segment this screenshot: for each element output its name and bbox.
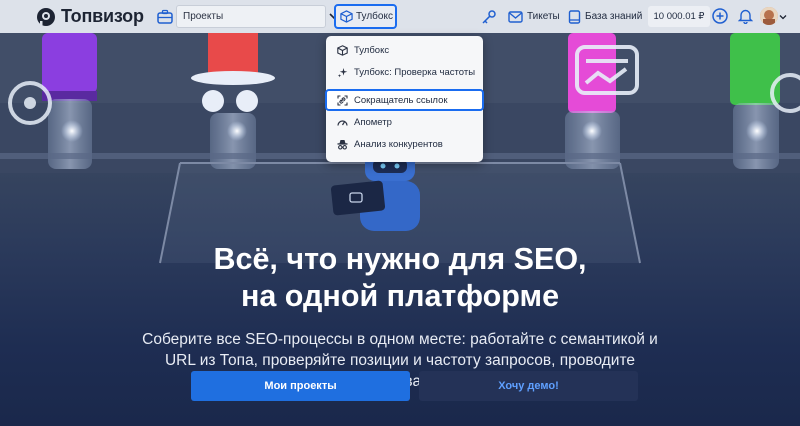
logo-text: Топвизор bbox=[61, 6, 144, 26]
headline-line-1: Всё, что нужно для SEO, bbox=[213, 242, 587, 276]
menu-item-competitor-analysis[interactable]: Анализ конкурентов bbox=[326, 133, 483, 155]
menu-item-label: Апометр bbox=[354, 116, 392, 128]
knowledge-base-link[interactable]: База знаний bbox=[568, 0, 642, 33]
api-key-button[interactable] bbox=[481, 0, 497, 33]
my-projects-button[interactable]: Мои проекты bbox=[191, 371, 410, 401]
hero-headline: Всё, что нужно для SEO, на одной платфор… bbox=[0, 241, 800, 315]
toolbox-button[interactable]: Тулбокс bbox=[334, 4, 397, 29]
logo[interactable]: Топвизор bbox=[36, 6, 144, 27]
knowledge-base-label: База знаний bbox=[585, 11, 643, 22]
toolbox-label: Тулбокс bbox=[356, 11, 393, 22]
key-icon bbox=[482, 9, 496, 24]
menu-item-link-shortener[interactable]: Сокращатель ссылок bbox=[325, 89, 484, 111]
balance-badge[interactable]: 10 000.01 ₽ bbox=[648, 6, 710, 27]
book-icon bbox=[568, 9, 581, 24]
sparkle-icon bbox=[337, 67, 348, 77]
project-select[interactable]: Проекты bbox=[176, 5, 339, 28]
gauge-icon bbox=[337, 119, 348, 126]
briefcase-icon bbox=[157, 9, 173, 24]
request-demo-button[interactable]: Хочу демо! bbox=[419, 371, 638, 401]
menu-item-label: Тулбокс: Проверка частоты bbox=[354, 66, 476, 78]
toolbox-dropdown-menu: Тулбокс Тулбокс: Проверка частоты Сокращ… bbox=[325, 36, 484, 162]
menu-item-toolbox[interactable]: Тулбокс bbox=[326, 39, 483, 61]
cube-icon bbox=[337, 44, 348, 56]
mail-icon bbox=[508, 10, 523, 23]
avatar[interactable] bbox=[760, 7, 778, 25]
headline-line-2: на одной платформе bbox=[240, 279, 560, 313]
spy-icon bbox=[337, 139, 348, 150]
menu-item-apometr[interactable]: Апометр bbox=[326, 111, 483, 133]
top-bar: Топвизор Проекты Тулбокс Тикеты База зна… bbox=[0, 0, 800, 33]
menu-item-label: Тулбокс bbox=[354, 44, 390, 56]
menu-item-label: Анализ конкурентов bbox=[354, 138, 443, 150]
project-select-value: Проекты bbox=[183, 11, 224, 22]
link-shortener-icon bbox=[337, 94, 348, 106]
tickets-link[interactable]: Тикеты bbox=[508, 0, 560, 33]
menu-item-frequency-check[interactable]: Тулбокс: Проверка частоты bbox=[326, 61, 483, 83]
avatar-image bbox=[760, 7, 778, 25]
tickets-label: Тикеты bbox=[527, 11, 560, 22]
plus-circle-icon[interactable] bbox=[712, 8, 728, 24]
bell-icon[interactable] bbox=[738, 8, 753, 24]
menu-item-label: Сокращатель ссылок bbox=[354, 94, 448, 106]
logo-icon bbox=[37, 7, 55, 26]
cube-icon bbox=[340, 10, 353, 23]
chevron-down-icon[interactable] bbox=[779, 13, 787, 21]
